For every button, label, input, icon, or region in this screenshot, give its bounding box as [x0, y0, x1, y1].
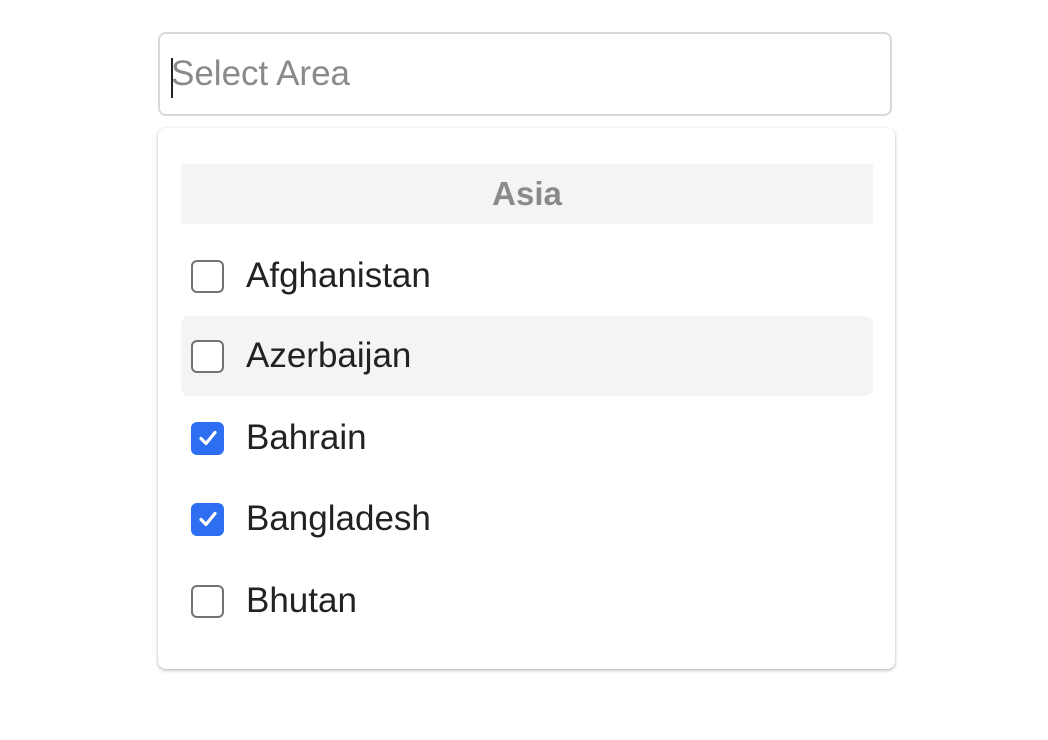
area-select: Asia Afghanistan Azerbaijan Bahrain Bang… — [0, 0, 1048, 740]
checkbox-checked[interactable] — [191, 421, 224, 455]
checkbox-checked[interactable] — [191, 502, 224, 536]
option-label: Bhutan — [246, 581, 357, 620]
option-azerbaijan[interactable]: Azerbaijan — [181, 316, 873, 396]
checkbox[interactable] — [191, 339, 224, 373]
text-caret — [171, 58, 173, 98]
checkbox[interactable] — [191, 259, 224, 293]
option-label: Afghanistan — [246, 256, 431, 295]
checkmark-icon — [198, 430, 217, 446]
search-input[interactable] — [160, 34, 890, 114]
dropdown-menu: Asia Afghanistan Azerbaijan Bahrain Bang… — [158, 128, 895, 669]
group-header: Asia — [181, 164, 873, 224]
option-afghanistan[interactable]: Afghanistan — [181, 236, 873, 316]
search-box[interactable] — [158, 32, 892, 116]
option-bangladesh[interactable]: Bangladesh — [181, 479, 873, 559]
checkbox[interactable] — [191, 584, 224, 618]
option-label: Bahrain — [246, 418, 367, 457]
option-bhutan[interactable]: Bhutan — [181, 561, 873, 641]
option-label: Bangladesh — [246, 499, 431, 538]
option-bahrain[interactable]: Bahrain — [181, 398, 873, 478]
checkmark-icon — [198, 511, 217, 527]
option-label: Azerbaijan — [246, 336, 412, 375]
